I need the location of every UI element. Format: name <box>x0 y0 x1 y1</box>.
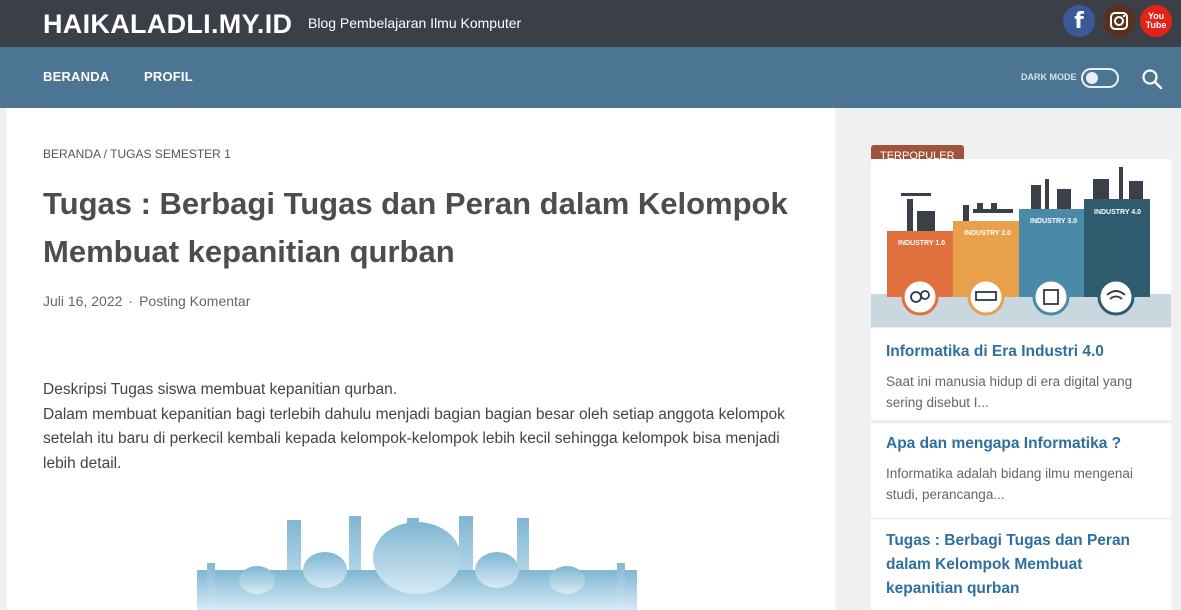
popular-post-title[interactable]: Informatika di Era Industri 4.0 <box>886 340 1156 364</box>
post-body: Deskripsi Tugas siswa membuat kepanitian… <box>43 378 803 476</box>
instagram-icon[interactable] <box>1103 5 1135 37</box>
search-icon[interactable] <box>1141 68 1163 90</box>
post-date: Juli 16, 2022 <box>43 293 123 309</box>
top-bar: HAIKALADLI.MY.ID Blog Pembelajaran Ilmu … <box>0 0 1181 47</box>
body-paragraph-1: Deskripsi Tugas siswa membuat kepanitian… <box>43 381 398 398</box>
youtube-icon[interactable]: You Tube <box>1140 5 1172 37</box>
dark-mode-label: DARK MODE <box>1021 72 1077 82</box>
youtube-label: You Tube <box>1145 11 1167 30</box>
popular-post-card: Apa dan mengapa Informatika ? Informatik… <box>871 423 1171 518</box>
nav-item-beranda[interactable]: BERANDA <box>43 69 109 84</box>
popular-post-card: Informatika di Era Industri 4.0 Saat ini… <box>871 328 1171 420</box>
industry-label-3: INDUSTRY 3.0 <box>1030 218 1077 225</box>
body-paragraph-2: Dalam membuat kepanitian bagi terlebih d… <box>43 405 785 472</box>
industry-4-featured-image[interactable]: INDUSTRY 1.0 INDUSTRY 2.0 INDUSTRY 3.0 I… <box>871 159 1171 327</box>
post-title: Tugas : Berbagi Tugas dan Peran dalam Ke… <box>43 186 788 269</box>
mosque-illustration <box>197 516 637 610</box>
toggle-knob <box>1086 72 1098 84</box>
industry-label-1: INDUSTRY 1.0 <box>898 240 945 247</box>
meta-separator: · <box>128 293 134 309</box>
popular-post-card: Tugas : Berbagi Tugas dan Peran dalam Ke… <box>871 519 1171 610</box>
site-title[interactable]: HAIKALADLI.MY.ID <box>43 9 292 40</box>
nav-item-profil[interactable]: PROFIL <box>144 69 193 84</box>
post-meta: Juli 16, 2022 · Posting Komentar <box>43 293 250 309</box>
popular-post-title[interactable]: Tugas : Berbagi Tugas dan Peran dalam Ke… <box>886 529 1156 601</box>
dark-mode-toggle[interactable] <box>1081 68 1119 88</box>
article-container: BERANDA / TUGAS SEMESTER 1 Tugas : Berba… <box>7 108 835 610</box>
popular-post-title[interactable]: Apa dan mengapa Informatika ? <box>886 432 1156 456</box>
main-nav: BERANDA PROFIL DARK MODE <box>0 47 1181 108</box>
popular-post-snippet: Informatika adalah bidang ilmu mengenai … <box>886 466 1133 502</box>
industry-label-2: INDUSTRY 2.0 <box>964 230 1011 237</box>
site-description: Blog Pembelajaran Ilmu Komputer <box>308 15 522 31</box>
comment-link[interactable]: Posting Komentar <box>139 293 250 309</box>
popular-post-snippet: Saat ini manusia hidup di era digital ya… <box>886 374 1133 410</box>
industry-label-4: INDUSTRY 4.0 <box>1094 209 1141 216</box>
facebook-icon[interactable]: f <box>1063 5 1095 37</box>
breadcrumb[interactable]: BERANDA / TUGAS SEMESTER 1 <box>43 147 231 161</box>
